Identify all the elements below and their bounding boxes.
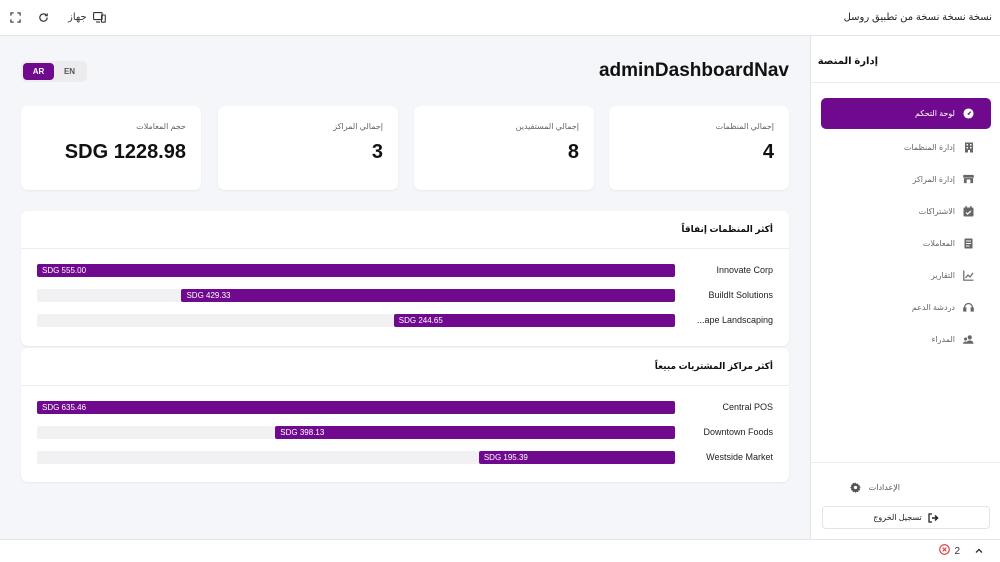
panel-title: أكثر مراكز المشتريات مبيعاً	[21, 348, 789, 386]
device-icon	[93, 11, 107, 25]
bar-label: Innovate Corp	[716, 265, 773, 275]
sidebar-item-label: إدارة المنظمات	[903, 142, 955, 152]
sidebar-item-reports[interactable]: التقارير	[821, 261, 991, 289]
window-controls: جهاز	[8, 11, 107, 25]
gear-icon	[849, 482, 861, 493]
bar-fill: SDG 398.13	[275, 426, 675, 439]
stat-label: إجمالي المستفيدين	[515, 122, 579, 131]
sidebar-nav: لوحة التحكم إدارة المنظمات إدارة المراكز…	[821, 98, 991, 357]
sidebar-item-label: التقارير	[930, 270, 955, 280]
chart-icon	[963, 270, 974, 281]
sidebar-item-dashboard[interactable]: لوحة التحكم	[821, 98, 991, 129]
sidebar-item-transactions[interactable]: المعاملات	[821, 229, 991, 257]
sidebar-item-label: المعاملات	[922, 238, 955, 248]
settings-label: الإعدادات	[868, 483, 900, 492]
bar-value: SDG 635.46	[42, 403, 87, 412]
window-title: نسخة نسخة نسخة من تطبيق روسل	[843, 12, 992, 23]
sidebar-item-label: لوحة التحكم	[914, 109, 955, 118]
lang-en-button[interactable]: EN	[54, 63, 85, 80]
error-count: 2	[954, 545, 960, 557]
bar-fill: SDG 429.33	[181, 289, 675, 302]
bar-label: Downtown Foods	[703, 427, 773, 437]
sidebar-item-label: إدارة المراكز	[912, 174, 955, 184]
error-icon	[939, 544, 951, 558]
bar-track: SDG 398.13	[37, 426, 675, 439]
calendar-icon	[963, 205, 974, 217]
bar-value: SDG 244.65	[398, 316, 443, 325]
bar-track: SDG 635.46	[37, 401, 675, 414]
bar-fill: SDG 195.39	[478, 451, 675, 464]
stat-card-transactions: حجم المعاملات SDG 1228.98	[21, 106, 201, 190]
status-bar: 2	[0, 539, 1000, 562]
dashboard-icon	[963, 108, 974, 119]
sidebar-item-label: الاشتراكات	[918, 206, 955, 216]
settings-button[interactable]: الإعدادات	[849, 482, 900, 493]
sidebar-item-managers[interactable]: المدراء	[821, 325, 991, 353]
panel-title: أكثر المنظمات إنفاقاً	[21, 211, 789, 249]
stat-card-beneficiaries: إجمالي المستفيدين 8	[414, 106, 594, 190]
bar-label: Central POS	[722, 402, 773, 412]
stat-card-organizations: إجمالي المنظمات 4	[609, 106, 789, 190]
bar-row: SDG 244.65 ...ape Landscaping	[21, 309, 789, 334]
logout-label: تسجيل الخروج	[873, 513, 922, 522]
bar-fill: SDG 555.00	[37, 264, 675, 277]
bar-row: SDG 635.46 Central POS	[21, 396, 789, 421]
bar-value: SDG 555.00	[42, 266, 87, 275]
bar-row: SDG 429.33 BuildIt Solutions	[21, 284, 789, 309]
logout-button[interactable]: تسجيل الخروج	[822, 506, 990, 529]
sidebar-item-support-chat[interactable]: دردشة الدعم	[821, 293, 991, 321]
bar-label: ...ape Landscaping	[696, 315, 773, 325]
stat-value: 4	[762, 141, 774, 163]
page-title: adminDashboardNav	[598, 60, 789, 81]
sidebar-item-centers[interactable]: إدارة المراكز	[821, 165, 991, 193]
stat-label: إجمالي المنظمات	[715, 122, 774, 131]
bar-row: SDG 195.39 Westside Market	[21, 446, 789, 471]
top-pos-panel: أكثر مراكز المشتريات مبيعاً SDG 635.46 C…	[21, 348, 789, 482]
sidebar-item-label: دردشة الدعم	[911, 302, 955, 312]
divider	[811, 462, 1000, 463]
sidebar-item-subscriptions[interactable]: الاشتراكات	[821, 197, 991, 225]
error-count-indicator[interactable]: 2	[939, 544, 960, 558]
bar-track: SDG 429.33	[37, 289, 675, 302]
bar-track: SDG 555.00	[37, 264, 675, 277]
bar-fill: SDG 635.46	[37, 401, 675, 414]
chevron-up-icon[interactable]	[972, 544, 986, 558]
sidebar-title: إدارة المنصة	[817, 56, 878, 67]
bar-fill: SDG 244.65	[393, 314, 675, 327]
sidebar-item-organizations[interactable]: إدارة المنظمات	[821, 133, 991, 161]
store-icon	[963, 174, 974, 185]
bar-value: SDG 195.39	[483, 453, 528, 462]
bar-row: SDG 398.13 Downtown Foods	[21, 421, 789, 446]
bar-track: SDG 244.65	[37, 314, 675, 327]
refresh-icon[interactable]	[36, 11, 50, 25]
main-content: AR EN adminDashboardNav إجمالي المنظمات …	[0, 36, 810, 539]
sidebar: إدارة المنصة لوحة التحكم إدارة المنظمات …	[810, 36, 1000, 539]
stat-value: 3	[371, 141, 383, 163]
bar-value: SDG 429.33	[186, 291, 231, 300]
stat-label: حجم المعاملات	[136, 122, 186, 131]
building-icon	[963, 142, 974, 153]
logout-icon	[928, 512, 939, 523]
headset-icon	[963, 302, 974, 313]
bar-value: SDG 398.13	[280, 428, 325, 437]
device-button[interactable]: جهاز	[64, 11, 107, 25]
language-toggle: AR EN	[21, 61, 87, 82]
bar-track: SDG 195.39	[37, 451, 675, 464]
bar-label: Westside Market	[706, 452, 773, 462]
stat-value: SDG 1228.98	[64, 141, 186, 163]
document-icon	[963, 238, 974, 249]
divider	[811, 82, 1000, 83]
device-label: جهاز	[68, 12, 87, 23]
bar-label: BuildIt Solutions	[708, 290, 773, 300]
stat-value: 8	[567, 141, 579, 163]
sidebar-item-label: المدراء	[931, 334, 955, 344]
top-orgs-panel: أكثر المنظمات إنفاقاً SDG 555.00 Innovat…	[21, 211, 789, 346]
fullscreen-icon[interactable]	[8, 11, 22, 25]
bar-row: SDG 555.00 Innovate Corp	[21, 259, 789, 284]
stat-card-centers: إجمالي المراكز 3	[218, 106, 398, 190]
title-bar: جهاز نسخة نسخة نسخة من تطبيق روسل	[0, 0, 1000, 36]
lang-ar-button[interactable]: AR	[23, 63, 54, 80]
stat-label: إجمالي المراكز	[333, 122, 383, 131]
users-icon	[963, 334, 974, 345]
